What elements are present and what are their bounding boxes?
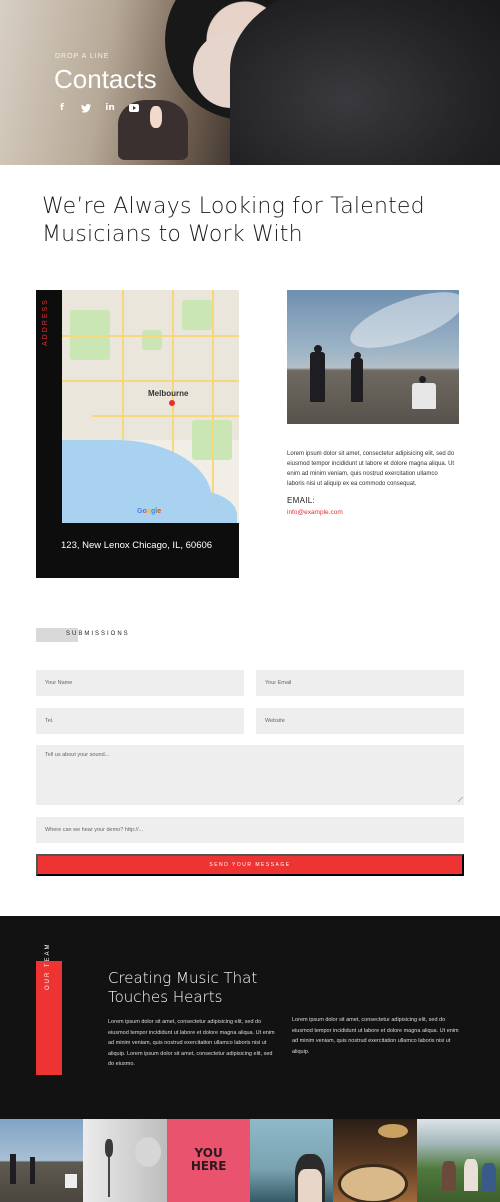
section-headline: We’re Always Looking for Talented Musici… [42, 194, 425, 247]
email-input[interactable]: Your Email [256, 670, 464, 696]
address-vertical-label: ADDRESS [40, 290, 56, 350]
youtube-icon[interactable] [128, 102, 140, 114]
person-figure [351, 358, 363, 402]
submissions-label: SUBMISSIONS [66, 631, 130, 637]
hero-kicker: DROP A LINE [55, 53, 110, 60]
address-text: 123, New Lenox Chicago, IL, 60606 [61, 540, 213, 551]
cloud [343, 290, 459, 360]
address-label-text: ADDRESS [42, 298, 49, 346]
map-city-label: Melbourne [148, 389, 189, 398]
social-links: f in [56, 102, 140, 114]
team-label-text: OUR TEAM [45, 942, 51, 990]
person-figure [310, 352, 325, 402]
photo-gallery: YOU HERE [0, 1119, 500, 1202]
gallery-sign-photo[interactable]: YOU HERE [166, 1119, 250, 1202]
linkedin-icon[interactable]: in [104, 102, 116, 114]
seated-person [412, 383, 436, 409]
map-pin-icon[interactable] [169, 400, 175, 406]
email-link[interactable]: info@example.com [287, 509, 343, 516]
twitter-icon[interactable] [80, 102, 92, 114]
sound-textarea[interactable]: Tell us about your sound... [36, 745, 464, 805]
contact-paragraph: Lorem ipsum dolor sit amet, consectetur … [287, 451, 455, 487]
website-placeholder: Website [265, 718, 285, 724]
sweater-sleeve [230, 0, 500, 165]
microphone-icon [105, 1139, 114, 1157]
child-face [135, 1137, 162, 1167]
map-road [92, 415, 239, 417]
seated-person [65, 1174, 77, 1188]
submissions-heading: SUBMISSIONS [36, 628, 156, 642]
textarea-resize-handle[interactable] [458, 797, 463, 802]
send-message-button[interactable]: SEND YOUR MESSAGE [36, 854, 464, 876]
map-road [122, 290, 124, 440]
gallery-beach-photo[interactable] [0, 1119, 84, 1202]
website-input[interactable]: Website [256, 708, 464, 734]
team-title: Creating Music That Touches Hearts [108, 969, 258, 1006]
map-park [142, 330, 162, 350]
team-paragraph-left: Lorem ipsum dolor sit amet, consectetur … [108, 1019, 275, 1067]
map-park [182, 300, 212, 330]
person-figure [463, 1159, 478, 1191]
mic-stand [108, 1157, 111, 1197]
hero-banner: DROP A LINE Contacts f in [0, 0, 500, 165]
person-figure [10, 1154, 16, 1184]
fingernail [150, 106, 162, 128]
you-here-sign: YOU HERE [190, 1146, 227, 1173]
drum-icon [338, 1164, 409, 1202]
gallery-group-photo[interactable] [416, 1119, 500, 1202]
location-map[interactable]: Melbourne Google [62, 290, 239, 523]
gallery-drums-photo[interactable] [333, 1119, 417, 1202]
person-figure [30, 1157, 35, 1184]
name-input[interactable]: Your Name [36, 670, 244, 696]
map-road [212, 290, 214, 523]
demo-url-input[interactable]: Where can we hear your demo? http://... [36, 817, 464, 843]
person-head [419, 376, 426, 383]
email-label: EMAIL: [287, 496, 316, 505]
tel-placeholder: Tel. [45, 718, 54, 724]
demo-placeholder: Where can we hear your demo? http://... [45, 827, 144, 833]
team-paragraph-right: Lorem ipsum dolor sit amet, consectetur … [292, 1017, 459, 1055]
name-placeholder: Your Name [45, 680, 73, 686]
gallery-singer-photo[interactable] [83, 1119, 167, 1202]
cymbal [378, 1124, 409, 1138]
team-vertical-label: OUR TEAM [44, 942, 54, 1005]
sound-placeholder: Tell us about your sound... [45, 752, 110, 758]
beach-photo [287, 290, 459, 424]
page-title: Contacts [54, 64, 157, 94]
email-placeholder: Your Email [265, 680, 292, 686]
person-figure [481, 1163, 496, 1191]
person-figure [441, 1161, 456, 1191]
gallery-portrait-photo[interactable] [249, 1119, 334, 1202]
tel-input[interactable]: Tel. [36, 708, 244, 734]
facebook-icon[interactable]: f [56, 102, 68, 114]
person-face [297, 1169, 322, 1202]
google-logo: Google [137, 508, 162, 515]
